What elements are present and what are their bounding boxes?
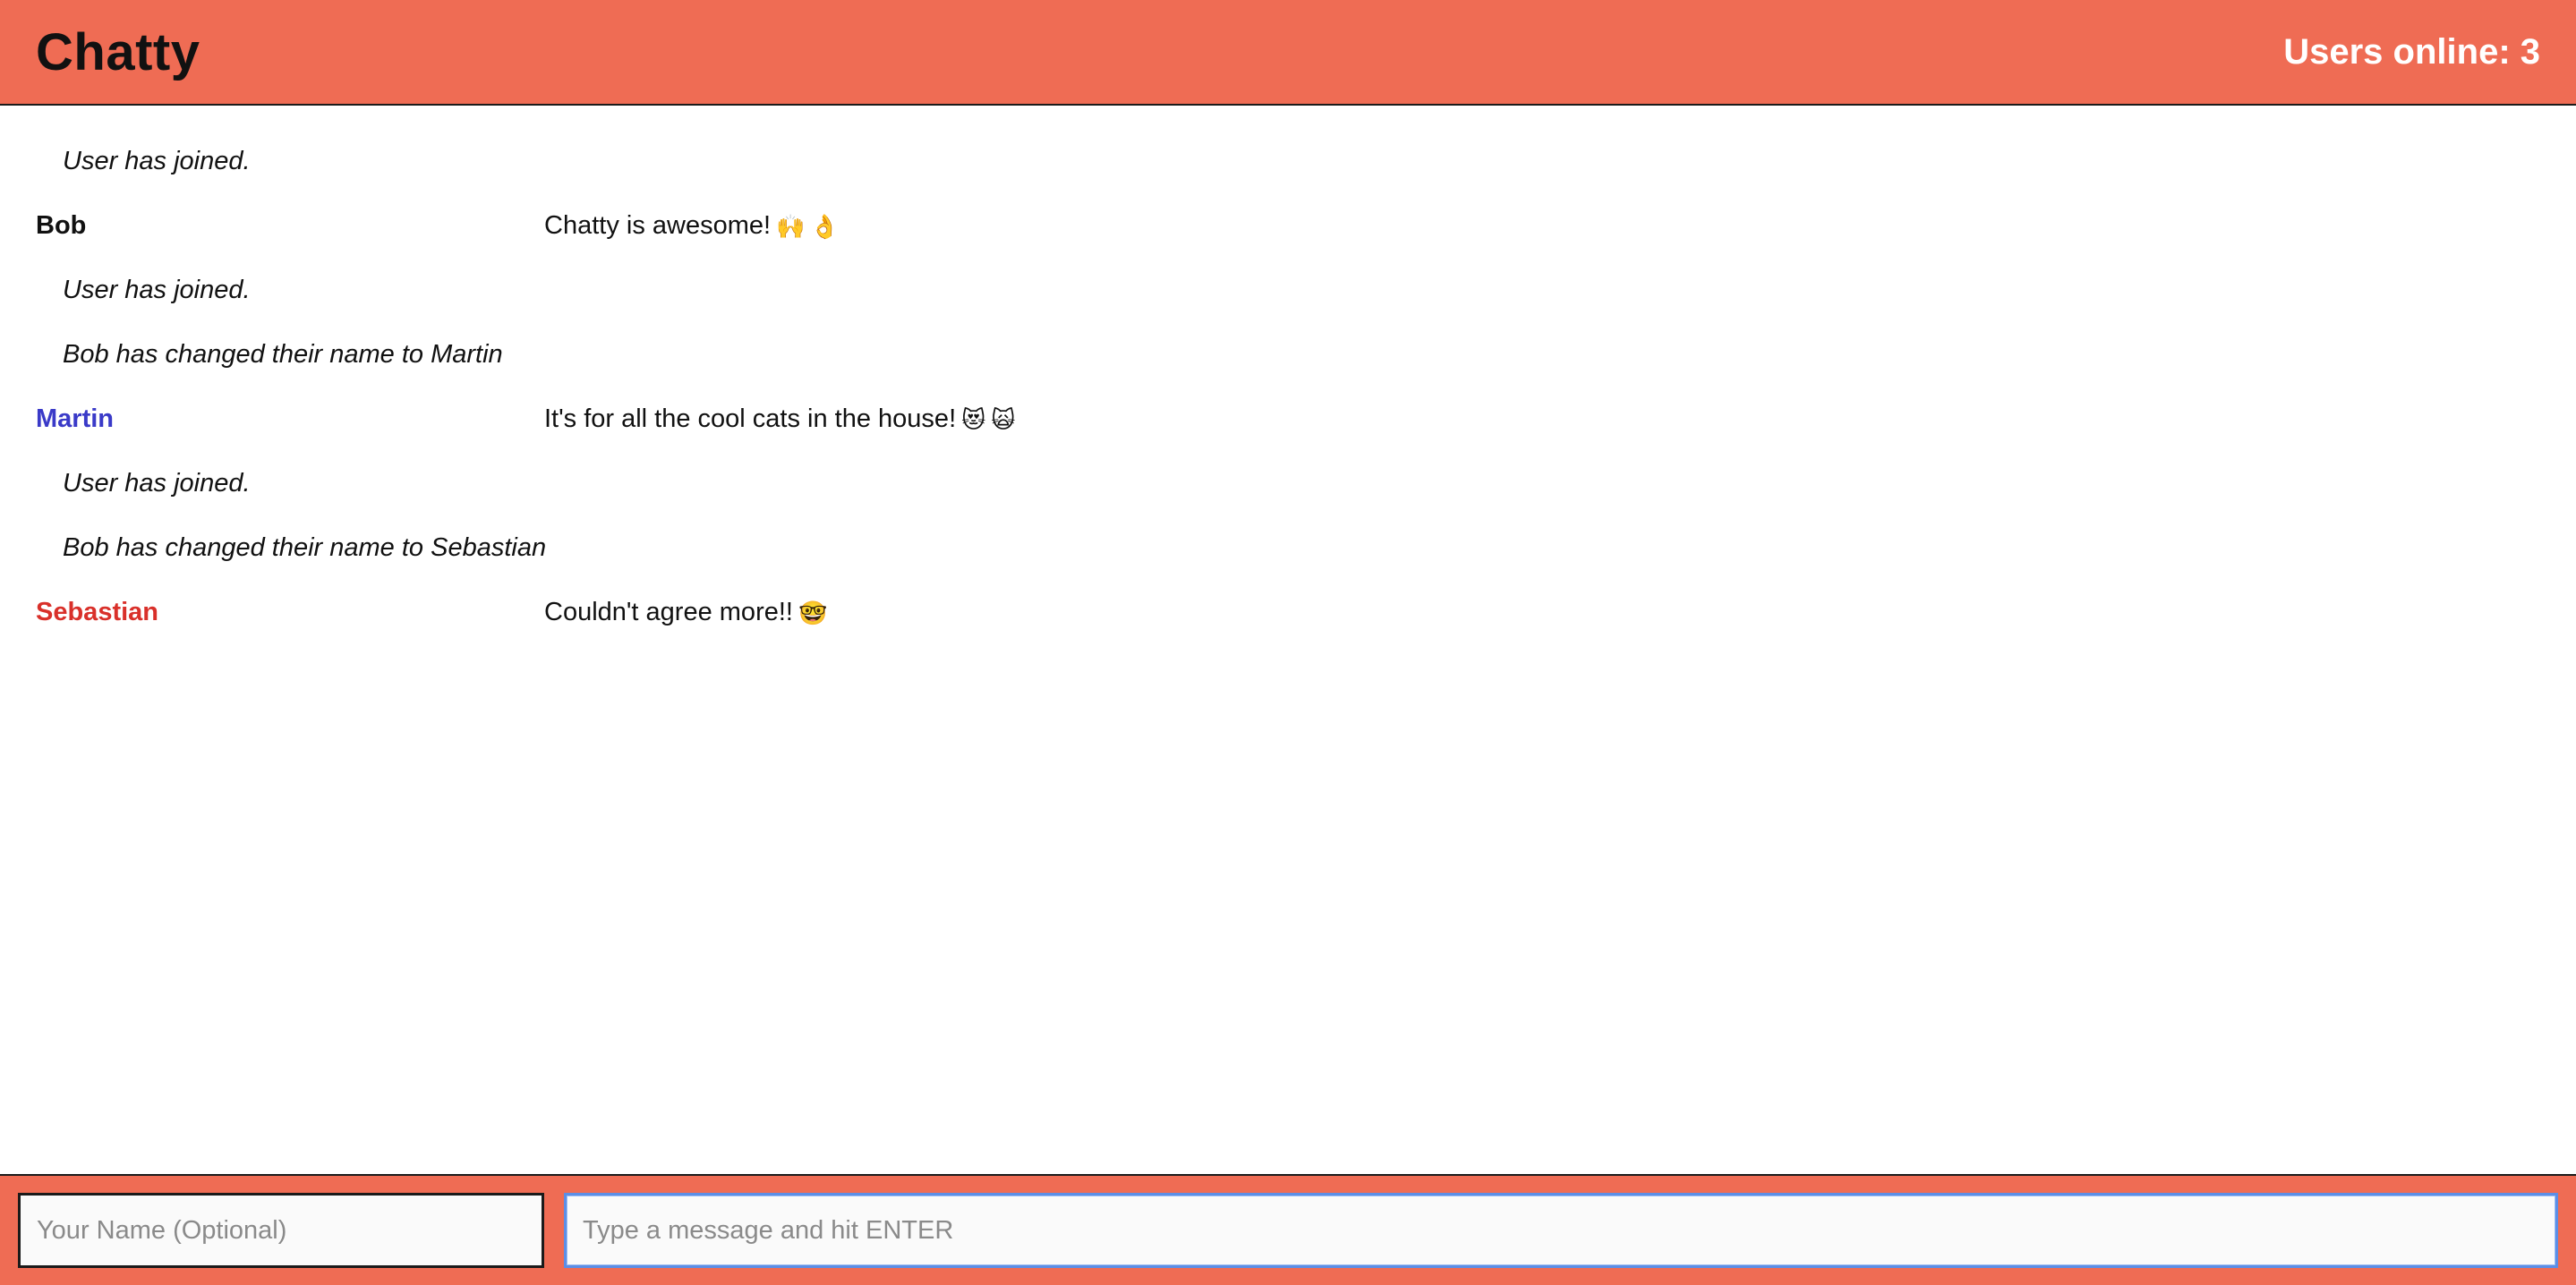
message-username: Martin: [36, 404, 114, 433]
chatty-app: Chatty Users online: 3 User has joined. B…: [0, 0, 2576, 1285]
system-notification: User has joined.: [63, 146, 251, 175]
message-username: Bob: [36, 210, 87, 240]
message-content: Chatty is awesome! 🙌 👌: [544, 211, 840, 241]
system-notification: Bob has changed their name to Martin: [63, 339, 503, 369]
system-notification: User has joined.: [63, 275, 251, 304]
chat-message: Sebastian Couldn't agree more!! 🤓: [0, 580, 2576, 644]
navbar: Chatty Users online: 3: [0, 0, 2576, 106]
message-list[interactable]: User has joined. Bob Chatty is awesome! 🙌 👌 U…: [0, 106, 2576, 1174]
emoji-icon: 🙀: [991, 405, 1016, 433]
app-title[interactable]: Chatty: [36, 22, 200, 82]
message-text: Chatty is awesome!: [544, 210, 772, 240]
system-notification: User has joined.: [63, 468, 251, 498]
chat-composer: [0, 1174, 2576, 1285]
message-content: It's for all the cool cats in the house!…: [544, 404, 1015, 434]
message-content: Couldn't agree more!! 🤓: [544, 598, 827, 627]
emoji-icon: 🤓: [798, 599, 828, 626]
chat-message: Bob Chatty is awesome! 🙌 👌: [0, 193, 2576, 258]
message-input[interactable]: [564, 1193, 2558, 1268]
message-text: Couldn't agree more!!: [544, 597, 793, 626]
message-text: It's for all the cool cats in the house!: [544, 404, 957, 433]
system-notification: Bob has changed their name to Sebastian: [63, 532, 547, 562]
users-online-count: Users online: 3: [2283, 31, 2540, 72]
message-username: Sebastian: [36, 597, 158, 626]
emoji-icon: 🙌: [776, 212, 806, 240]
emoji-icon: 😻: [961, 405, 986, 433]
username-input[interactable]: [18, 1193, 544, 1268]
chat-message: Martin It's for all the cool cats in the …: [0, 387, 2576, 451]
emoji-icon: 👌: [810, 212, 840, 240]
